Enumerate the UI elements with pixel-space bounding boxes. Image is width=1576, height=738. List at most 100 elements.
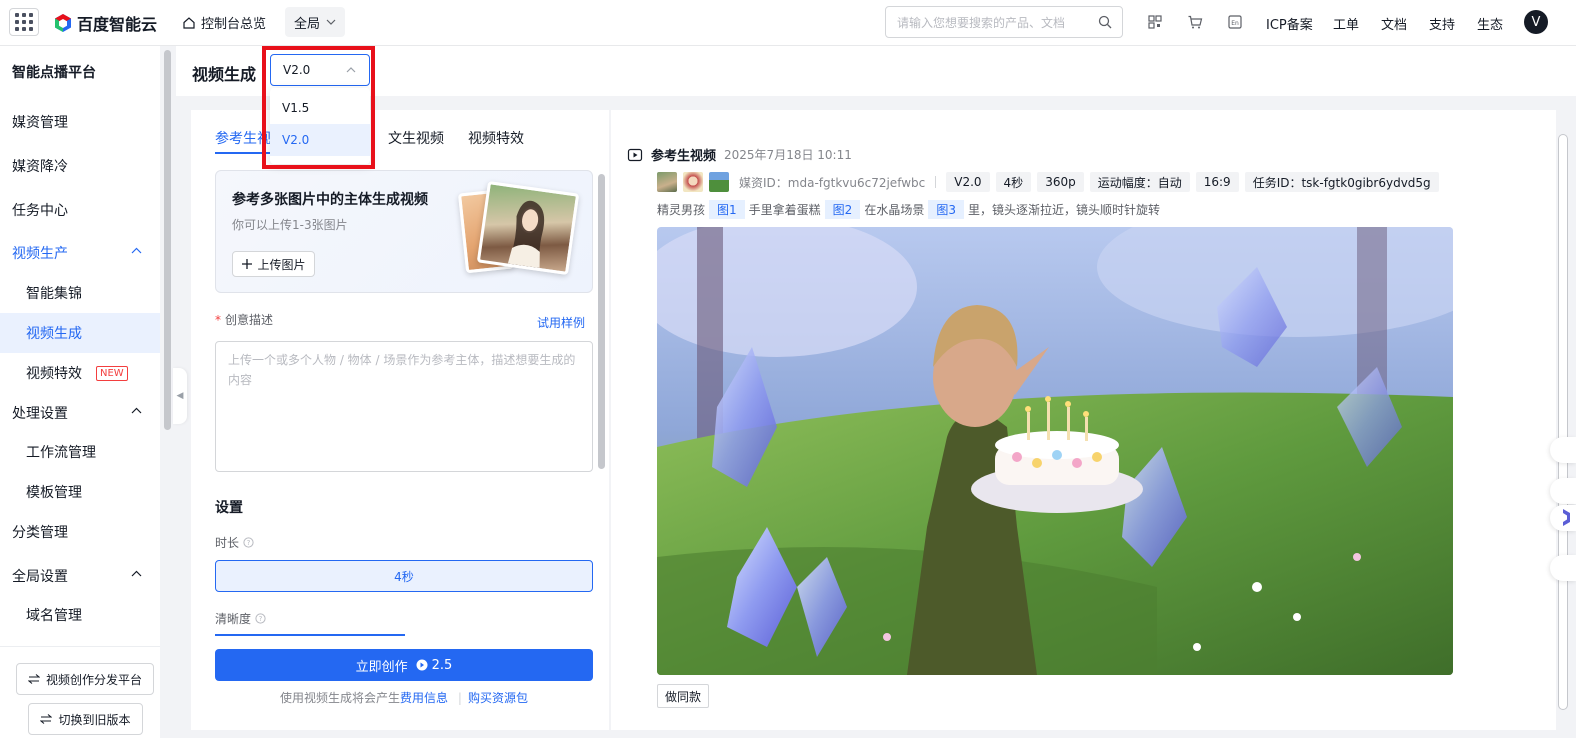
- duration-label: 时长: [215, 536, 240, 550]
- chip-aspect: 16:9: [1195, 172, 1239, 192]
- sidebar-scrollbar[interactable]: [164, 50, 171, 430]
- top-bar: 百度智能云 控制台总览 全局 请输入您想要搜索的产品、文档 En ICP备案 工…: [0, 0, 1576, 46]
- try-example-link[interactable]: 试用样例: [537, 314, 585, 331]
- floating-assistant-button[interactable]: [1550, 505, 1576, 531]
- chevron-down-icon: [326, 19, 336, 25]
- prompt-ref-image-2[interactable]: 图2: [824, 200, 861, 219]
- upload-card-title: 参考多张图片中的主体生成视频: [232, 192, 428, 208]
- assistant-logo-icon: [1563, 509, 1570, 526]
- ecosystem-link[interactable]: 生态: [1477, 14, 1503, 33]
- home-icon: [183, 16, 195, 29]
- cart-icon[interactable]: [1187, 14, 1203, 30]
- sidebar-group-processing[interactable]: 处理设置: [0, 393, 160, 433]
- prompt-text: 在水晶场景: [864, 203, 925, 217]
- upload-image-button[interactable]: 上传图片: [232, 251, 315, 277]
- sidebar-item-workflow[interactable]: 工作流管理: [0, 432, 160, 472]
- make-same-button[interactable]: 做同款: [657, 684, 709, 708]
- floating-tool-button[interactable]: [1550, 478, 1576, 504]
- swap-icon: [40, 714, 53, 724]
- ticket-link[interactable]: 工单: [1333, 14, 1359, 33]
- upload-image-label: 上传图片: [257, 257, 306, 272]
- sidebar-group-video-production[interactable]: 视频生产: [0, 233, 160, 273]
- prompt-ref-image-3[interactable]: 图3: [928, 200, 964, 219]
- chevron-up-icon: [131, 247, 142, 254]
- duration-option-4s[interactable]: 4秒: [215, 560, 593, 592]
- sidebar-item-video-effects[interactable]: 视频特效 NEW: [0, 353, 160, 393]
- description-label: 创意描述: [225, 313, 274, 327]
- docs-link[interactable]: 文档: [1381, 14, 1407, 33]
- settings-title: 设置: [215, 500, 243, 516]
- chip-motion: 运动幅度：自动: [1089, 172, 1190, 192]
- creation-platform-button[interactable]: 视频创作分发平台: [16, 663, 154, 695]
- tab-video-effects[interactable]: 视频特效: [468, 128, 524, 148]
- billing-note-separator: |: [457, 691, 462, 705]
- sidebar-item-label: 媒资管理: [12, 115, 68, 131]
- page-scrollbar[interactable]: [1558, 134, 1568, 710]
- avatar[interactable]: V: [1524, 10, 1548, 34]
- sidebar-item-label: 全局设置: [12, 569, 68, 585]
- floating-tool-button[interactable]: [1550, 437, 1576, 463]
- clarity-label: 清晰度: [215, 612, 252, 626]
- meta-divider: [935, 176, 937, 188]
- required-mark: *: [215, 313, 221, 327]
- create-now-label: 立即创作: [355, 659, 408, 675]
- prompt-ref-image-1[interactable]: 图1: [709, 200, 745, 219]
- tab-text-to-video[interactable]: 文生视频: [388, 128, 444, 148]
- result-prompt: 精灵男孩 图1 手里拿着蛋糕 图2 在水晶场景 图3 里，镜头逐渐拉近，镜头顺时…: [657, 200, 1160, 219]
- sidebar-collapse-handle[interactable]: ◀: [173, 368, 187, 424]
- sidebar-item-categories[interactable]: 分类管理: [0, 512, 160, 552]
- language-icon[interactable]: En: [1227, 14, 1243, 30]
- apps-grid-icon[interactable]: [9, 8, 39, 36]
- coin-icon: [416, 659, 428, 671]
- search-input[interactable]: 请输入您想要搜索的产品、文档: [885, 6, 1123, 38]
- support-link[interactable]: 支持: [1429, 14, 1455, 33]
- generated-video-player[interactable]: [657, 227, 1453, 675]
- floating-tool-button[interactable]: [1550, 555, 1576, 581]
- search-icon[interactable]: [1098, 15, 1112, 29]
- sidebar-item-label: 智能集锦: [26, 286, 82, 302]
- region-selector[interactable]: 全局: [285, 7, 345, 37]
- form-scrollbar[interactable]: [598, 174, 605, 469]
- sidebar-group-global-settings[interactable]: 全局设置: [0, 556, 160, 596]
- plus-icon: [242, 259, 253, 269]
- description-textarea[interactable]: 上传一个或多个人物 / 物体 / 场景作为参考主体，描述想要生成的内容: [215, 341, 593, 472]
- reference-thumb-2[interactable]: [683, 172, 703, 192]
- sidebar-item-label: 模板管理: [26, 485, 82, 501]
- sidebar-item-media-cold[interactable]: 媒资降冷: [0, 146, 160, 186]
- result-panel: 参考生视频 2025年7月18日 10:11 媒资ID：mda-fgtkvu6c…: [611, 110, 1556, 730]
- reference-thumb-1[interactable]: [657, 172, 677, 192]
- reference-thumb-3[interactable]: [709, 172, 729, 192]
- qrcode-icon[interactable]: [1147, 14, 1163, 30]
- prompt-text: 里，镜头逐渐拉近，镜头顺时针旋转: [967, 203, 1160, 217]
- swap-icon: [27, 674, 40, 684]
- sidebar-item-media[interactable]: 媒资管理: [0, 102, 160, 142]
- sidebar-item-highlights[interactable]: 智能集锦: [0, 273, 160, 313]
- sample-photo-front: [476, 180, 580, 276]
- upload-card-subtitle: 你可以上传1-3张图片: [232, 218, 348, 232]
- creation-platform-label: 视频创作分发平台: [45, 672, 142, 687]
- billing-info-link[interactable]: 费用信息: [400, 691, 448, 705]
- help-icon[interactable]: ?: [243, 537, 254, 548]
- help-icon[interactable]: ?: [255, 613, 266, 624]
- chip-version: V2.0: [946, 172, 990, 192]
- sidebar-item-label: 视频生成: [26, 326, 82, 342]
- sidebar-item-domains[interactable]: 域名管理: [0, 595, 160, 635]
- chevron-up-icon: [131, 570, 142, 577]
- page-header: 视频生成 V2.0: [176, 46, 1576, 96]
- sidebar-item-templates[interactable]: 模板管理: [0, 472, 160, 512]
- brand-logo[interactable]: 百度智能云: [53, 11, 157, 35]
- switch-old-version-button[interactable]: 切换到旧版本: [28, 703, 143, 735]
- buy-package-link[interactable]: 购买资源包: [468, 691, 528, 705]
- sidebar-item-label: 媒资降冷: [12, 159, 68, 175]
- sidebar-item-tasks[interactable]: 任务中心: [0, 190, 160, 230]
- create-now-button[interactable]: 立即创作 2.5: [215, 649, 593, 681]
- search-placeholder: 请输入您想要搜索的产品、文档: [897, 15, 1066, 30]
- sidebar-item-video-generation[interactable]: 视频生成: [0, 313, 160, 353]
- region-label: 全局: [293, 16, 320, 32]
- brand-name: 百度智能云: [77, 15, 158, 34]
- sidebar-item-label: 处理设置: [12, 406, 68, 422]
- icp-link[interactable]: ICP备案: [1266, 14, 1313, 33]
- console-overview-link[interactable]: 控制台总览: [182, 13, 266, 32]
- upload-card: 参考多张图片中的主体生成视频 你可以上传1-3张图片 上传图片: [215, 170, 593, 293]
- caret-left-icon: ◀: [176, 391, 184, 401]
